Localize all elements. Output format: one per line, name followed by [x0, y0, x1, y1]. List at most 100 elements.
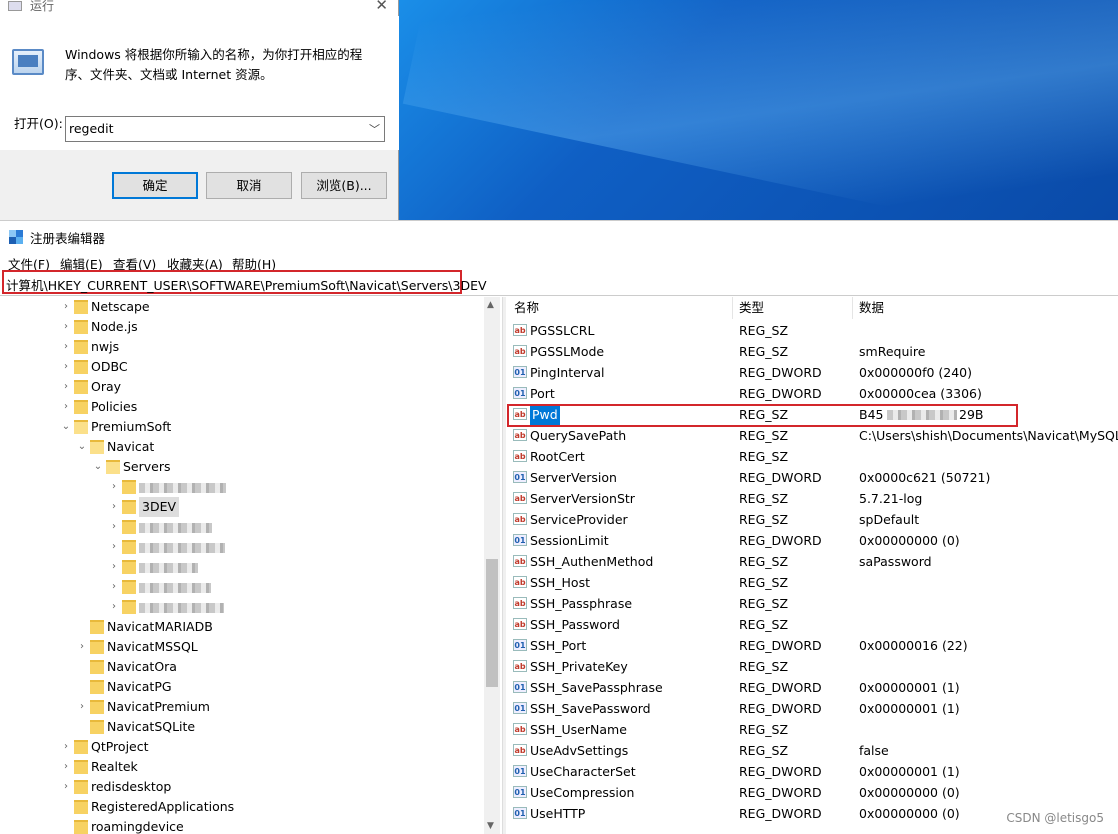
value-row[interactable]: ab PGSSLCRL REG_SZ	[507, 320, 1118, 341]
tree-item[interactable]: NavicatMARIADB	[0, 617, 484, 637]
chevron-right-icon[interactable]: ›	[74, 637, 90, 657]
tree-item[interactable]: › Node.js	[0, 317, 484, 337]
value-row[interactable]: ab RootCert REG_SZ	[507, 446, 1118, 467]
value-row[interactable]: ab PGSSLMode REG_SZ smRequire	[507, 341, 1118, 362]
value-row[interactable]: 01 PingInterval REG_DWORD 0x000000f0 (240)	[507, 362, 1118, 383]
string-value-icon: ab	[513, 723, 527, 735]
chevron-right-icon[interactable]: ›	[58, 377, 74, 397]
value-row[interactable]: ab SSH_Passphrase REG_SZ	[507, 593, 1118, 614]
chevron-down-icon[interactable]: ﹀	[369, 121, 380, 137]
column-type-header[interactable]: 类型	[733, 297, 853, 319]
chevron-right-icon[interactable]: ›	[106, 577, 122, 597]
tree-item[interactable]: ›	[0, 517, 484, 537]
close-icon[interactable]: ✕	[375, 0, 388, 14]
chevron-right-icon[interactable]: ›	[106, 517, 122, 537]
chevron-right-icon[interactable]: ›	[106, 537, 122, 557]
tree-item[interactable]: RegisteredApplications	[0, 797, 484, 817]
value-data: C:\Users\shish\Documents\Navicat\MySQL\S	[859, 428, 1118, 443]
address-bar[interactable]: 计算机\HKEY_CURRENT_USER\SOFTWARE\PremiumSo…	[2, 270, 487, 294]
column-name-header[interactable]: 名称	[507, 297, 733, 319]
chevron-right-icon[interactable]: ›	[58, 317, 74, 337]
ok-button[interactable]: 确定	[112, 172, 198, 199]
value-row[interactable]: ab Pwd REG_SZ B45 29B	[507, 404, 1118, 427]
tree-item[interactable]: ›	[0, 577, 484, 597]
tree-item[interactable]: ⌄ PremiumSoft	[0, 417, 484, 437]
chevron-right-icon[interactable]: ›	[58, 357, 74, 377]
value-row[interactable]: 01 SessionLimit REG_DWORD 0x00000000 (0)	[507, 530, 1118, 551]
chevron-right-icon[interactable]: ›	[58, 337, 74, 357]
tree-item[interactable]: ›	[0, 477, 484, 497]
tree-item[interactable]: › Policies	[0, 397, 484, 417]
value-row[interactable]: 01 ServerVersion REG_DWORD 0x0000c621 (5072…	[507, 467, 1118, 488]
tree-item[interactable]: NavicatPG	[0, 677, 484, 697]
tree-item[interactable]: ⌄ Servers	[0, 457, 484, 477]
tree-item[interactable]: › Netscape	[0, 297, 484, 317]
value-row[interactable]: ab SSH_Password REG_SZ	[507, 614, 1118, 635]
value-row[interactable]: ab SSH_AuthenMethod REG_SZ saPassword	[507, 551, 1118, 572]
chevron-down-icon[interactable]: ⌄	[90, 457, 106, 477]
menu-bar: 文件(F) 编辑(E) 查看(V) 收藏夹(A) 帮助(H)	[0, 252, 1118, 272]
chevron-right-icon[interactable]: ›	[74, 697, 90, 717]
tree-item[interactable]: NavicatOra	[0, 657, 484, 677]
value-row[interactable]: 01 UseCompression REG_DWORD 0x00000000 (0)	[507, 782, 1118, 803]
value-row[interactable]: ab SSH_Host REG_SZ	[507, 572, 1118, 593]
chevron-right-icon[interactable]: ›	[106, 557, 122, 577]
tree-item[interactable]: › ODBC	[0, 357, 484, 377]
registry-editor-window: 注册表编辑器 文件(F) 编辑(E) 查看(V) 收藏夹(A) 帮助(H) 计算…	[0, 220, 1118, 834]
tree-item[interactable]: › QtProject	[0, 737, 484, 757]
chevron-right-icon[interactable]: ›	[58, 297, 74, 317]
value-row[interactable]: 01 Port REG_DWORD 0x00000cea (3306)	[507, 383, 1118, 404]
chevron-right-icon[interactable]: ›	[58, 737, 74, 757]
value-row[interactable]: ab SSH_PrivateKey REG_SZ	[507, 656, 1118, 677]
chevron-down-icon[interactable]: ⌄	[58, 417, 74, 437]
value-row[interactable]: ab ServiceProvider REG_SZ spDefault	[507, 509, 1118, 530]
tree-item[interactable]: › redisdesktop	[0, 777, 484, 797]
tree-item-label: Netscape	[91, 299, 150, 314]
chevron-right-icon[interactable]: ›	[58, 777, 74, 797]
tree-scrollbar[interactable]: ▲ ▼	[484, 297, 500, 834]
chevron-right-icon[interactable]: ›	[106, 477, 122, 497]
browse-button[interactable]: 浏览(B)...	[301, 172, 387, 199]
tree-item[interactable]: › Oray	[0, 377, 484, 397]
value-row[interactable]: ab UseAdvSettings REG_SZ false	[507, 740, 1118, 761]
value-row[interactable]: 01 SSH_SavePassphrase REG_DWORD 0x00000001 …	[507, 677, 1118, 698]
scroll-down-icon[interactable]: ▼	[487, 821, 494, 831]
value-row[interactable]: 01 UseCharacterSet REG_DWORD 0x00000001 (1)	[507, 761, 1118, 782]
scroll-thumb[interactable]	[486, 559, 498, 687]
run-input[interactable]: regedit ﹀	[65, 116, 385, 142]
tree-item[interactable]: roamingdevice	[0, 817, 484, 834]
cancel-button[interactable]: 取消	[206, 172, 292, 199]
pane-splitter[interactable]	[502, 297, 506, 834]
tree-item[interactable]: ⌄ Navicat	[0, 437, 484, 457]
chevron-right-icon[interactable]: ›	[58, 397, 74, 417]
scroll-up-icon[interactable]: ▲	[487, 300, 494, 310]
string-value-icon: ab	[513, 324, 527, 336]
value-data: 0x00000001 (1)	[859, 764, 960, 779]
value-row[interactable]: ab SSH_UserName REG_SZ	[507, 719, 1118, 740]
tree-item[interactable]: › Realtek	[0, 757, 484, 777]
value-type: REG_SZ	[739, 575, 789, 590]
tree-item[interactable]: ›	[0, 537, 484, 557]
chevron-right-icon[interactable]: ›	[106, 597, 122, 617]
tree-item[interactable]: › NavicatPremium	[0, 697, 484, 717]
run-app-icon	[8, 1, 22, 11]
run-icon	[12, 49, 44, 75]
tree-item[interactable]: ›	[0, 557, 484, 577]
folder-icon	[74, 320, 88, 334]
tree-item[interactable]: ›	[0, 597, 484, 617]
tree-item[interactable]: › nwjs	[0, 337, 484, 357]
column-data-header[interactable]: 数据	[853, 297, 1118, 319]
tree-item[interactable]: › 3DEV	[0, 497, 484, 517]
folder-icon	[74, 360, 88, 374]
value-row[interactable]: 01 SSH_SavePassword REG_DWORD 0x00000001 (1…	[507, 698, 1118, 719]
tree-item[interactable]: NavicatSQLite	[0, 717, 484, 737]
chevron-down-icon[interactable]: ⌄	[74, 437, 90, 457]
tree-item-label: Policies	[91, 399, 138, 414]
chevron-right-icon[interactable]: ›	[106, 497, 122, 517]
value-row[interactable]: 01 SSH_Port REG_DWORD 0x00000016 (22)	[507, 635, 1118, 656]
value-row[interactable]: ab ServerVersionStr REG_SZ 5.7.21-log	[507, 488, 1118, 509]
chevron-right-icon[interactable]: ›	[58, 757, 74, 777]
value-row[interactable]: ab QuerySavePath REG_SZ C:\Users\shish\Docu…	[507, 425, 1118, 446]
folder-icon	[122, 520, 136, 534]
tree-item[interactable]: › NavicatMSSQL	[0, 637, 484, 657]
